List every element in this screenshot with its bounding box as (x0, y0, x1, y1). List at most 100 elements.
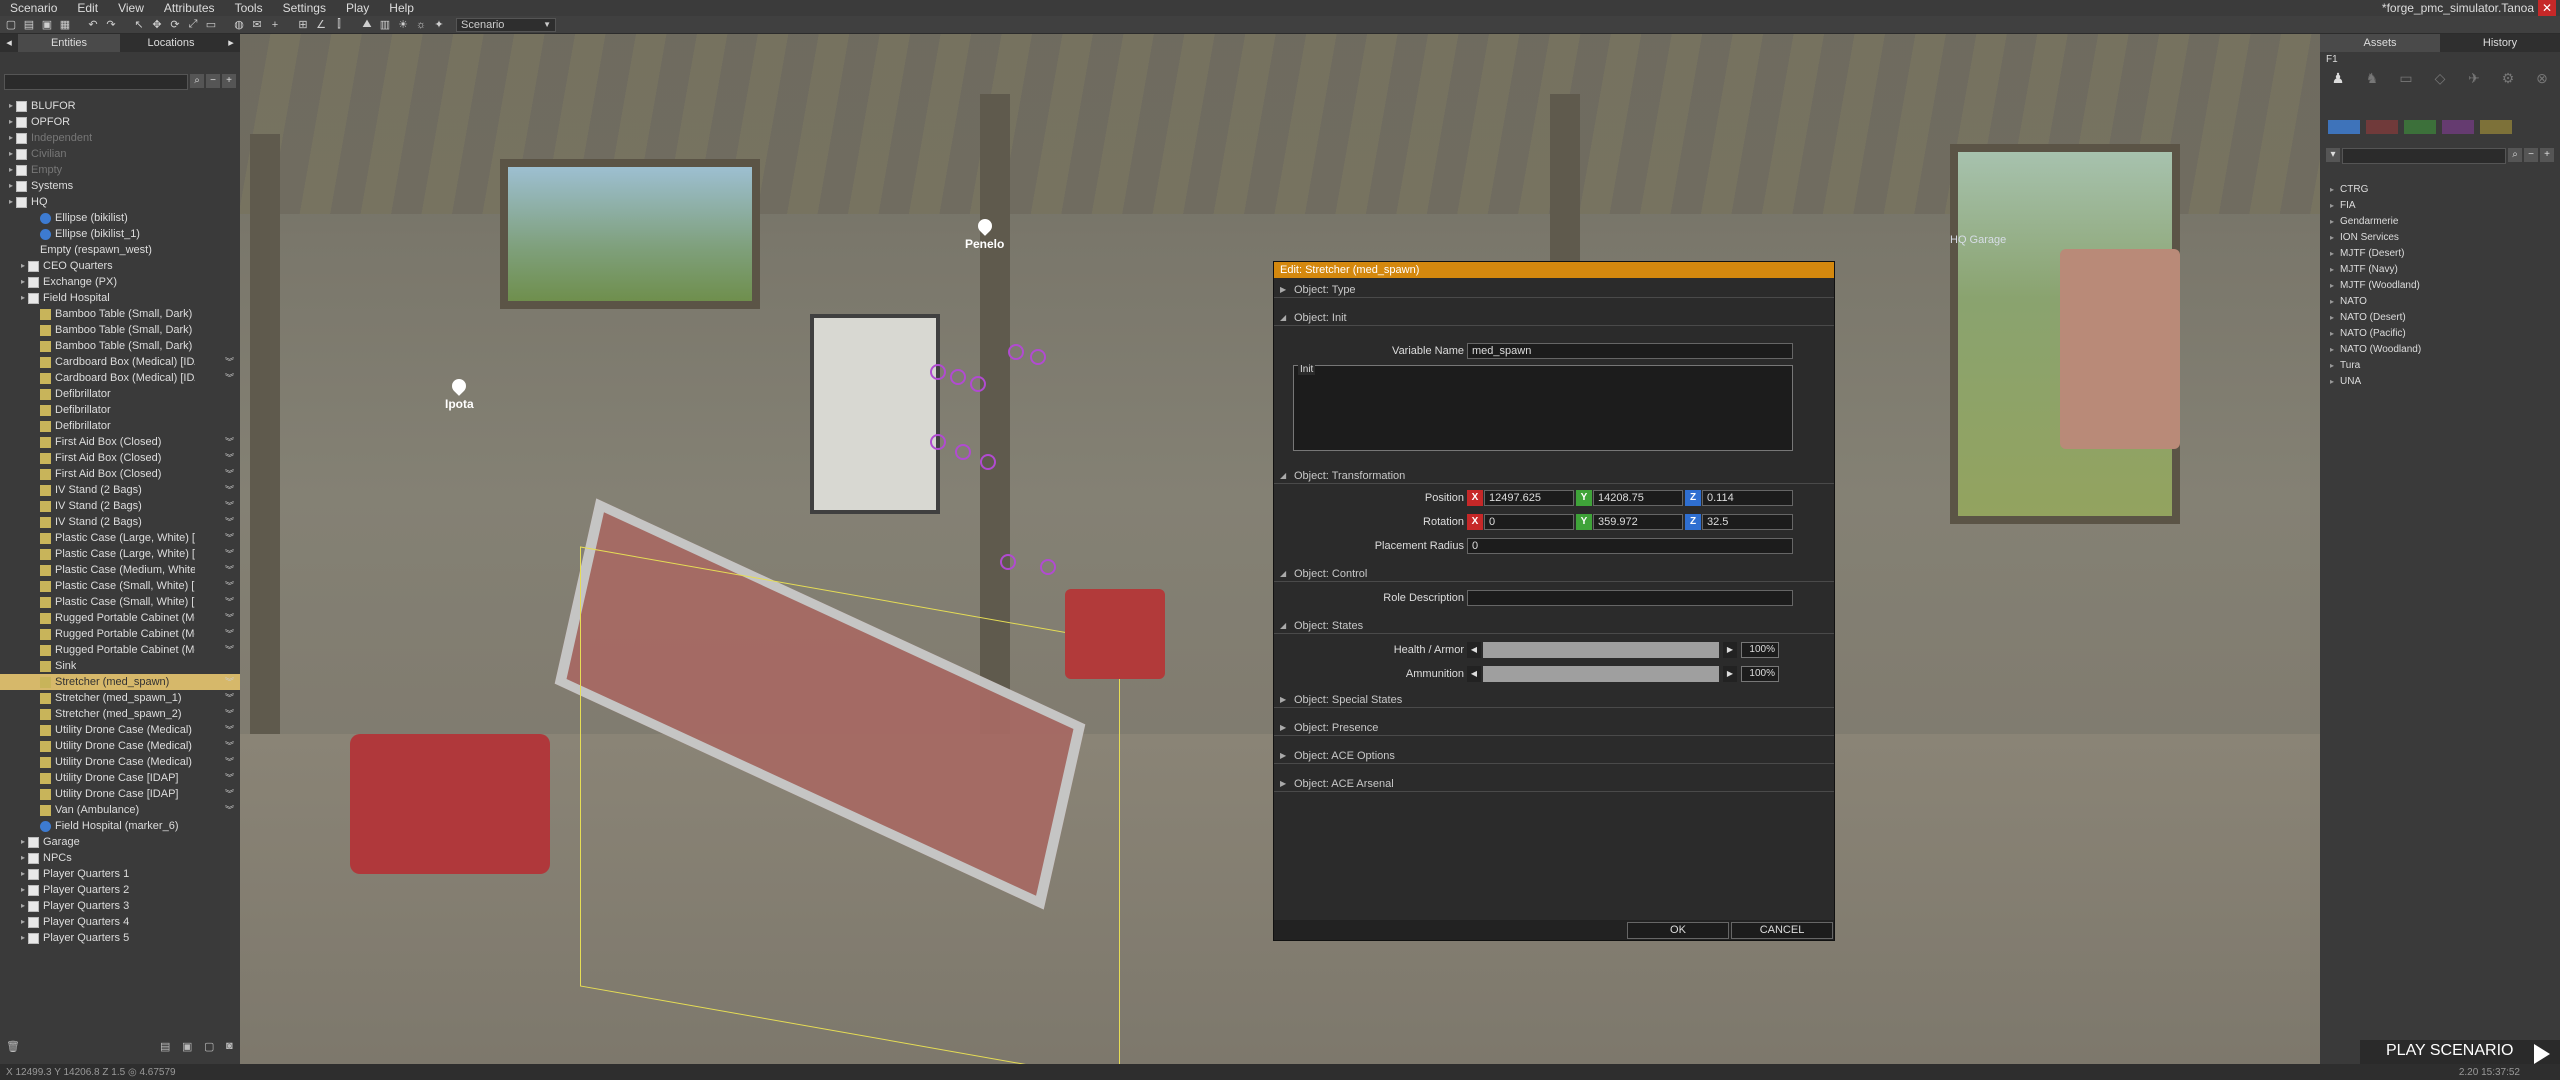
tree-item[interactable]: Stretcher (med_spawn_1) ︾ (0, 690, 240, 706)
chevron-down-icon[interactable]: ︾ (225, 434, 234, 450)
tree-item[interactable]: Plastic Case (Large, White) [IDAP] ︾ (0, 530, 240, 546)
tab-assets[interactable]: Assets (2320, 34, 2440, 52)
tree-item[interactable]: Stretcher (med_spawn) ︾ (0, 674, 240, 690)
location-marker-ipota[interactable]: Ipota (445, 376, 474, 411)
object-icon-ring[interactable] (1000, 554, 1016, 570)
faction-item[interactable]: ▸ CTRG (2330, 182, 2421, 198)
expand-toggle-icon[interactable]: ▸ (6, 162, 16, 178)
group-icon[interactable]: ♞ (2362, 70, 2382, 90)
chevron-down-icon[interactable]: ︾ (225, 786, 234, 802)
tree-item[interactable]: ▸ Systems (0, 178, 240, 194)
expand-toggle-icon[interactable]: ▸ (6, 178, 16, 194)
sun-icon[interactable]: ☀ (396, 18, 410, 32)
module-icon[interactable]: ✈ (2464, 70, 2484, 90)
tree-item[interactable]: ▸ Field Hospital (0, 290, 240, 306)
side-independent-filter[interactable] (2404, 120, 2436, 134)
tree-item[interactable]: Utility Drone Case (Medical) [IDAP] ︾ (0, 754, 240, 770)
search-input[interactable] (2342, 148, 2506, 164)
tree-item[interactable]: Utility Drone Case (Medical) [IDAP] ︾ (0, 738, 240, 754)
tree-item[interactable]: Van (Ambulance) ︾ (0, 802, 240, 818)
ok-button[interactable]: OK (1627, 922, 1729, 939)
tree-item[interactable]: Plastic Case (Small, White) [IDAP] ︾ (0, 594, 240, 610)
menu-view[interactable]: View (108, 1, 154, 15)
expand-toggle-icon[interactable]: ▸ (2330, 246, 2334, 262)
section-ace-arsenal[interactable]: ▶ Object: ACE Arsenal (1274, 776, 1834, 792)
expand-toggle-icon[interactable]: ▸ (2330, 230, 2334, 246)
chevron-down-icon[interactable]: ︾ (225, 562, 234, 578)
section-object-control[interactable]: ◢ Object: Control (1274, 566, 1834, 582)
unit-icon[interactable]: ♟ (2328, 70, 2348, 90)
medkit-object[interactable] (1065, 589, 1165, 679)
collapse-left-icon[interactable]: ◂ (0, 34, 18, 52)
trigger-icon[interactable]: ⚙ (2498, 70, 2518, 90)
expand-toggle-icon[interactable]: ▸ (2330, 326, 2334, 342)
expand-toggle-icon[interactable]: ▸ (18, 866, 28, 882)
tree-item[interactable]: Cardboard Box (Medical) [IDAP] ︾ (0, 354, 240, 370)
menu-edit[interactable]: Edit (67, 1, 108, 15)
chevron-down-icon[interactable]: ▾ (2326, 148, 2340, 162)
role-description-field[interactable] (1467, 590, 1793, 606)
tree-item[interactable]: Plastic Case (Small, White) [IDAP] ︾ (0, 578, 240, 594)
expand-toggle-icon[interactable]: ▸ (2330, 182, 2334, 198)
tab-entities[interactable]: Entities (18, 34, 120, 52)
expand-all-icon[interactable]: + (222, 74, 236, 88)
new-folder-icon[interactable]: ▤ (160, 1040, 174, 1054)
angle-icon[interactable]: ∠ (314, 18, 328, 32)
new-file-icon[interactable]: ▢ (4, 18, 18, 32)
chevron-down-icon[interactable]: ︾ (225, 370, 234, 386)
tree-item[interactable]: IV Stand (2 Bags) ︾ (0, 498, 240, 514)
health-armor-slider[interactable]: ◀ ▶ 100% (1467, 642, 1793, 658)
tree-item[interactable]: Rugged Portable Cabinet (Medical) ︾ (0, 642, 240, 658)
tree-item[interactable]: First Aid Box (Closed) ︾ (0, 450, 240, 466)
faction-item[interactable]: ▸ Gendarmerie (2330, 214, 2421, 230)
tree-item[interactable]: ▸ Player Quarters 1 (0, 866, 240, 882)
tree-item[interactable]: Plastic Case (Large, White) [IDAP] ︾ (0, 546, 240, 562)
terrain-icon[interactable]: ⛰ (360, 18, 374, 32)
expand-toggle-icon[interactable]: ▸ (6, 194, 16, 210)
tree-item[interactable]: ▸ BLUFOR (0, 98, 240, 114)
expand-toggle-icon[interactable]: ▸ (18, 258, 28, 274)
section-object-special-states[interactable]: ▶ Object: Special States (1274, 692, 1834, 708)
object-icon-ring[interactable] (980, 454, 996, 470)
chevron-down-icon[interactable]: ︾ (225, 498, 234, 514)
scenario-dropdown[interactable]: Scenario ▼ (456, 17, 556, 32)
chevron-down-icon[interactable]: ︾ (225, 706, 234, 722)
tree-item[interactable]: ▸ Empty (0, 162, 240, 178)
expand-toggle-icon[interactable]: ▸ (2330, 198, 2334, 214)
tree-item[interactable]: ▸ Independent (0, 130, 240, 146)
tree-item[interactable]: Bamboo Table (Small, Dark) (0, 338, 240, 354)
tree-item[interactable]: Plastic Case (Medium, White) [IDAP] ︾ (0, 562, 240, 578)
chevron-down-icon[interactable]: ︾ (225, 594, 234, 610)
tree-item[interactable]: First Aid Box (Closed) ︾ (0, 466, 240, 482)
tab-history[interactable]: History (2440, 34, 2560, 52)
marker-icon[interactable]: ⊗ (2532, 70, 2552, 90)
chevron-down-icon[interactable]: ︾ (225, 770, 234, 786)
slider-track[interactable] (1483, 666, 1719, 682)
tree-item[interactable]: Bamboo Table (Small, Dark) (0, 322, 240, 338)
chevron-down-icon[interactable]: ︾ (225, 738, 234, 754)
menu-scenario[interactable]: Scenario (0, 1, 67, 15)
expand-toggle-icon[interactable]: ▸ (2330, 278, 2334, 294)
location-marker-hq-garage[interactable]: HQ Garage (1950, 234, 2006, 246)
star-icon[interactable]: ✦ (432, 18, 446, 32)
tree-item[interactable]: Cardboard Box (Medical) [IDAP] ︾ (0, 370, 240, 386)
object-icon[interactable]: ◇ (2430, 70, 2450, 90)
tree-item[interactable]: Utility Drone Case [IDAP] ︾ (0, 770, 240, 786)
tree-item[interactable]: Empty (respawn_west) (0, 242, 240, 258)
search-icon[interactable]: ⌕ (2508, 148, 2522, 162)
expand-toggle-icon[interactable]: ▸ (2330, 310, 2334, 326)
tree-item[interactable]: ▸ NPCs (0, 850, 240, 866)
faction-item[interactable]: ▸ MJTF (Woodland) (2330, 278, 2421, 294)
slider-increase-icon[interactable]: ▶ (1723, 642, 1737, 658)
ammunition-slider[interactable]: ◀ ▶ 100% (1467, 666, 1793, 682)
tree-item[interactable]: ▸ Civilian (0, 146, 240, 162)
save-icon[interactable]: ▣ (40, 18, 54, 32)
chevron-down-icon[interactable]: ︾ (225, 354, 234, 370)
section-object-init[interactable]: ◢ Object: Init (1274, 310, 1834, 326)
object-icon-ring[interactable] (1040, 559, 1056, 575)
expand-toggle-icon[interactable]: ▸ (2330, 358, 2334, 374)
chevron-down-icon[interactable]: ︾ (225, 450, 234, 466)
tree-item[interactable]: Utility Drone Case (Medical) [IDAP] ︾ (0, 722, 240, 738)
faction-item[interactable]: ▸ NATO (Pacific) (2330, 326, 2421, 342)
ammunition-value[interactable]: 100% (1741, 666, 1779, 682)
